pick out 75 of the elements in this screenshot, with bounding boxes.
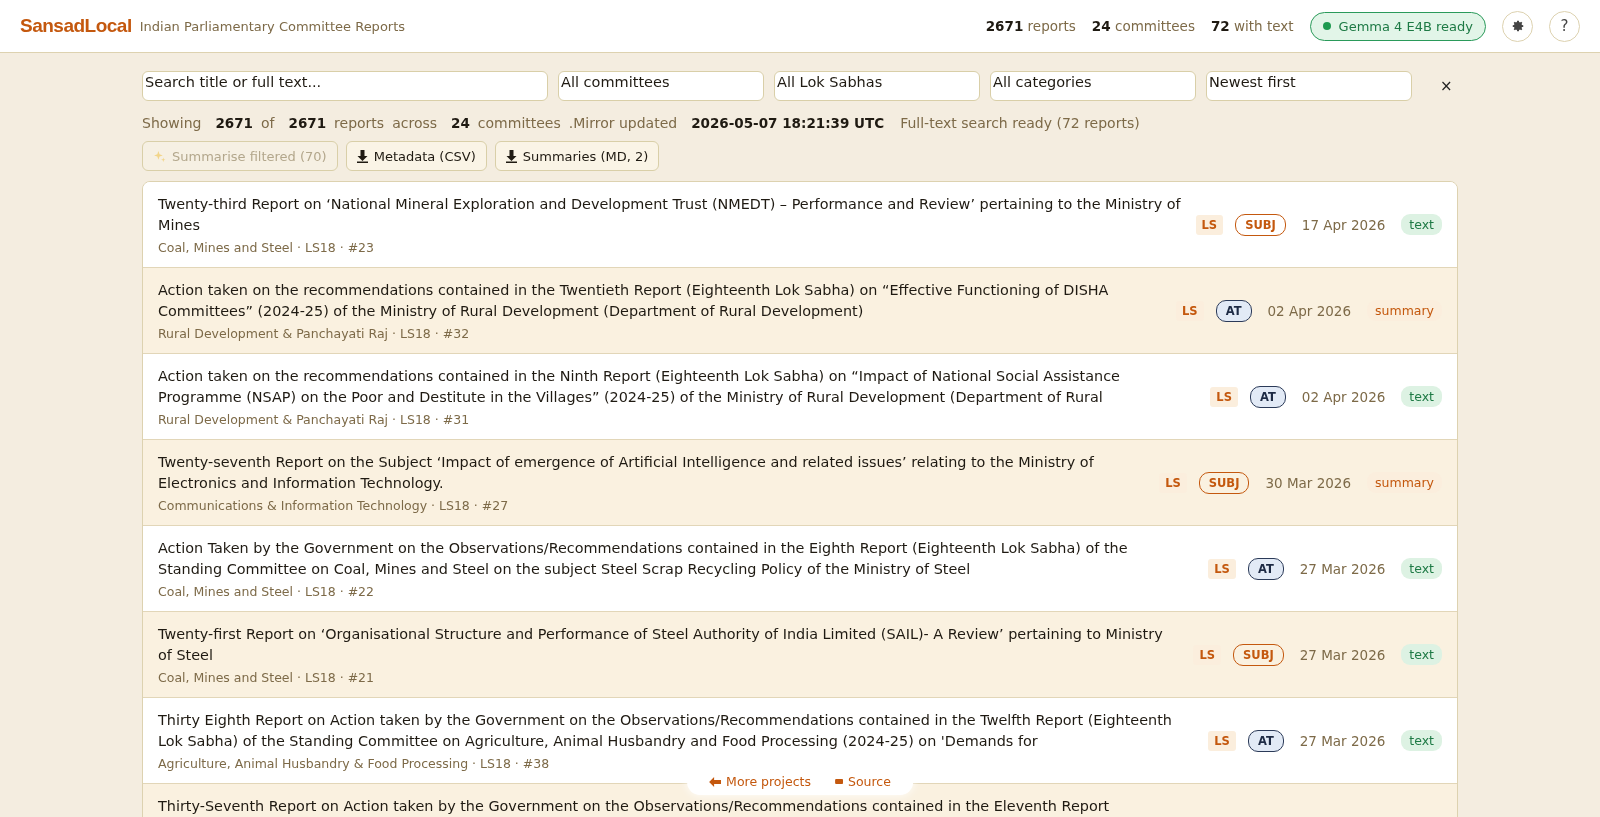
report-meta: Communications & Information Technology · LS18 · #27	[158, 498, 510, 513]
report-title: Twenty-seventh Report on the Subject ‘Impact of emergence of Artificial Intelligence and related issues’ relating to the Ministry of Electronics and Information Technology.	[158, 453, 1095, 493]
report-row[interactable]	[143, 440, 1457, 526]
summary-value: 2026-05-07 18:21:39 UTC	[691, 115, 885, 131]
report-date: 27 Mar 2026	[1299, 560, 1386, 577]
sparkles-icon	[153, 149, 166, 163]
stat-text: 24 committees	[1091, 18, 1195, 34]
action-button[interactable]: Summaries (MD, 2)	[494, 141, 660, 171]
category-tag: SUBJ	[1233, 643, 1284, 666]
house-tag: LS	[1208, 558, 1236, 579]
summary-text: Showing	[142, 115, 202, 131]
filter-select[interactable]: All categories	[990, 71, 1196, 101]
download-arrow-icon	[356, 149, 368, 163]
category-tag: AT	[1215, 299, 1252, 322]
report-row[interactable]	[143, 612, 1457, 698]
report-title: Thirty Eighth Report on Action taken by the Government on the Observations/Recommendations contained in the Twelfth Report (Eighteenth Lok Sabha) of the Standing Committee on Agriculture, Animal Husbandry and Food Processing (2024-25) on 'Demands for	[158, 711, 1173, 751]
summary-text: .Mirror updated	[568, 115, 678, 131]
report-date: 30 Mar 2026	[1265, 474, 1351, 491]
summary-value: 2671	[215, 115, 253, 131]
model-status-badge: Gemma 4 E4B ready	[1309, 11, 1486, 41]
summary-text: reports	[334, 115, 385, 131]
house-tag: LS	[1195, 214, 1224, 235]
app-subtitle: Indian Parliamentary Committee Reports	[139, 18, 406, 34]
house-tag: LS	[1208, 730, 1236, 751]
category-tag: AT	[1247, 729, 1284, 752]
help-button[interactable]: ?	[1549, 10, 1580, 42]
summary-value: 24	[451, 115, 470, 131]
category-tag: SUBJ	[1235, 213, 1286, 236]
stat-text: 2671 reports	[985, 18, 1076, 34]
report-title: Action taken on the recommendations contained in the Ninth Report (Eighteenth Lok Sabha) on “Impact of National Social Assistance Programme (NSAP) on the Poor and Destitute in the Villages” (2024-25) of the Ministry of Rural Development (Department of Rural	[158, 367, 1121, 407]
report-title: Twenty-first Report on ‘Organisational Structure and Performance of Steel Authority of India Limited (SAIL)- A Review’ pertaining to Ministry of Steel	[158, 625, 1164, 665]
clear-filters-button[interactable]: ×	[1436, 73, 1457, 99]
report-meta: Coal, Mines and Steel · LS18 · #22	[158, 584, 375, 599]
report-date: 02 Apr 2026	[1301, 388, 1386, 405]
category-tag: AT	[1247, 557, 1284, 580]
stat-text: 72 with text	[1210, 18, 1294, 34]
settings-icon	[1510, 19, 1525, 33]
report-date: 27 Mar 2026	[1299, 732, 1386, 749]
summary-text: committees	[477, 115, 561, 131]
filter-select[interactable]: Newest first	[1206, 71, 1412, 101]
summary-text: Full-text search ready (72 reports)	[900, 115, 1140, 131]
status-tag: text	[1401, 730, 1442, 751]
summary-text: of	[261, 115, 275, 131]
search-field[interactable]: Search title or full text...	[142, 71, 548, 101]
status-tag: text	[1401, 558, 1442, 579]
filter-select[interactable]: All committees	[558, 71, 764, 101]
report-title: Action taken on the recommendations contained in the Twentieth Report (Eighteenth Lok Sabha) on “Effective Functioning of DISHA Committees” (2024-25) of the Ministry of Rural Development (Department of Rural Development)	[158, 281, 1110, 321]
category-tag: SUBJ	[1198, 471, 1250, 494]
report-date: 17 Apr 2026	[1301, 216, 1386, 233]
house-tag: LS	[1210, 386, 1238, 407]
report-row[interactable]	[143, 182, 1457, 268]
report-title: Twenty-third Report on ‘National Mineral Exploration and Development Trust (NMEDT) – Performance and Review’ pertaining to the Ministry of Mines	[158, 195, 1182, 235]
report-meta: Coal, Mines and Steel · LS18 · #21	[158, 670, 375, 685]
status-tag: text	[1401, 644, 1442, 665]
report-title: Action Taken by the Government on the Observations/Recommendations contained in the Eighth Report (Eighteenth Lok Sabha) of the Standing Committee on Coal, Mines and Steel on the subject Steel Scrap Recycling Policy of the Ministry of Steel	[158, 539, 1129, 579]
report-meta: Rural Development & Panchayati Raj · LS18 · #32	[158, 326, 471, 341]
report-date: 27 Mar 2026	[1299, 646, 1386, 663]
bar-icon	[834, 779, 843, 784]
report-meta: Coal, Mines and Steel · LS18 · #23	[158, 240, 375, 255]
download-arrow-icon	[505, 149, 517, 163]
report-meta: Rural Development & Panchayati Raj · LS18 · #31	[158, 412, 471, 427]
report-title: Thirty-Seventh Report on Action taken by the Government on the Observations/Recommendations contained in the Eleventh Report	[158, 797, 1111, 816]
report-meta: Agriculture, Animal Husbandry & Food Processing · LS18 · #38	[158, 756, 551, 771]
filter-select[interactable]: All Lok Sabhas	[774, 71, 980, 101]
settings-button[interactable]	[1502, 10, 1533, 42]
status-tag: text	[1401, 386, 1442, 407]
summary-value: 2671	[288, 115, 327, 131]
left-arrow-icon	[709, 776, 722, 787]
category-tag: AT	[1250, 385, 1286, 408]
summary-text: across	[392, 115, 438, 131]
action-button[interactable]: Metadata (CSV)	[345, 141, 487, 171]
logo: SansadLocal	[20, 15, 132, 37]
report-date: 02 Apr 2026	[1267, 302, 1351, 319]
status-tag: text	[1401, 214, 1442, 235]
report-row[interactable]	[143, 268, 1457, 354]
